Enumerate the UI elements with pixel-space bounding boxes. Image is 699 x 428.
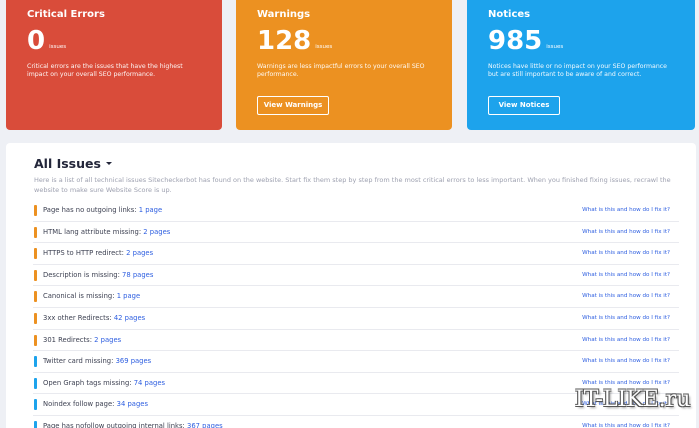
- how-to-fix-link[interactable]: What is this and how do I fix it?: [582, 315, 670, 321]
- issue-row: 301 Redirects: 2 pages What is this and h…: [33, 330, 679, 352]
- issue-row: 3xx other Redirects: 42 pages What is thi…: [33, 308, 679, 330]
- all-issues-title-text: All Issues: [34, 156, 101, 171]
- issue-name: HTML lang attribute missing:: [43, 227, 142, 236]
- view-notices-button[interactable]: View Notices: [488, 96, 560, 115]
- critical-errors-count: 0: [27, 26, 46, 56]
- issue-name: Twitter card missing:: [43, 357, 114, 366]
- issue-name: Open Graph tags missing:: [43, 378, 132, 387]
- issue-label: Open Graph tags missing: 74 pages: [43, 379, 165, 387]
- issue-name: Description is missing:: [43, 270, 120, 279]
- view-warnings-button[interactable]: View Warnings: [257, 96, 329, 115]
- severity-marker: [34, 269, 37, 281]
- warnings-count-row: 128 issues: [257, 27, 431, 55]
- critical-errors-card: Critical Errors 0 issues Critical errors…: [6, 0, 222, 130]
- issue-label: 301 Redirects: 2 pages: [43, 336, 121, 344]
- warnings-count: 128: [257, 26, 312, 56]
- notices-title: Notices: [488, 9, 531, 20]
- issue-pages-link[interactable]: 1 page: [139, 206, 162, 214]
- issue-label: HTTPS to HTTP redirect: 2 pages: [43, 249, 153, 257]
- issue-name: HTTPS to HTTP redirect:: [43, 249, 124, 258]
- notices-card: Notices 985 issues Notices have little o…: [467, 0, 695, 130]
- how-to-fix-link[interactable]: What is this and how do I fix it?: [582, 272, 670, 278]
- issue-pages-link[interactable]: 2 pages: [126, 249, 153, 257]
- notices-count-row: 985 issues: [488, 27, 674, 55]
- how-to-fix-link[interactable]: What is this and how do I fix it?: [582, 423, 670, 428]
- how-to-fix-link[interactable]: What is this and how do I fix it?: [582, 250, 670, 256]
- severity-marker: [34, 334, 37, 346]
- issue-name: Canonical is missing:: [43, 292, 115, 301]
- warnings-title: Warnings: [257, 9, 311, 20]
- warnings-count-label: issues: [315, 44, 333, 50]
- severity-marker: [34, 205, 37, 216]
- issue-pages-link[interactable]: 2 pages: [143, 228, 170, 236]
- issue-label: Twitter card missing: 369 pages: [43, 357, 151, 365]
- issue-row: Page has nofollow outgoing internal link…: [33, 416, 679, 428]
- caret-down-icon[interactable]: [105, 162, 112, 165]
- severity-marker: [34, 420, 37, 428]
- how-to-fix-link[interactable]: What is this and how do I fix it?: [582, 293, 670, 299]
- issue-row: Description is missing: 78 pages What is …: [33, 265, 679, 287]
- all-issues-description: Here is a list of all technical issues S…: [34, 176, 671, 194]
- warnings-card: Warnings 128 issues Warnings are less im…: [236, 0, 452, 130]
- issue-name: 301 Redirects:: [43, 335, 92, 344]
- how-to-fix-link[interactable]: What is this and how do I fix it?: [582, 358, 670, 364]
- severity-marker: [34, 248, 37, 260]
- severity-marker: [34, 226, 37, 238]
- issue-pages-link[interactable]: 2 pages: [94, 336, 121, 344]
- critical-errors-description: Critical errors are the issues that have…: [27, 63, 183, 79]
- how-to-fix-link[interactable]: What is this and how do I fix it?: [582, 337, 670, 343]
- issue-pages-link[interactable]: 78 pages: [122, 271, 153, 279]
- notices-count-label: issues: [546, 44, 564, 50]
- critical-errors-title: Critical Errors: [27, 9, 105, 20]
- severity-marker: [34, 356, 37, 368]
- notices-count: 985: [488, 26, 543, 56]
- severity-marker: [34, 399, 37, 411]
- issue-pages-link[interactable]: 34 pages: [117, 400, 148, 408]
- all-issues-title[interactable]: All Issues: [34, 156, 112, 171]
- watermark-logo: IT-LIKE.ru: [575, 387, 691, 412]
- notices-description: Notices have little or no impact on your…: [488, 63, 667, 79]
- critical-errors-count-row: 0 issues: [27, 27, 201, 55]
- issue-label: Page has nofollow outgoing internal link…: [43, 422, 223, 428]
- issue-label: Description is missing: 78 pages: [43, 271, 153, 279]
- issue-row: Canonical is missing: 1 page What is this…: [33, 286, 679, 308]
- severity-marker: [34, 312, 37, 324]
- severity-marker: [34, 291, 37, 303]
- issue-name: 3xx other Redirects:: [43, 313, 112, 322]
- issue-pages-link[interactable]: 367 pages: [187, 422, 223, 428]
- warnings-description: Warnings are less impactful errors to yo…: [257, 63, 425, 79]
- issue-name: Page has nofollow outgoing internal link…: [43, 421, 185, 428]
- issue-row: Twitter card missing: 369 pages What is t…: [33, 351, 679, 373]
- issue-label: 3xx other Redirects: 42 pages: [43, 314, 145, 322]
- issue-row: Page has no outgoing links: 1 page What i…: [33, 200, 679, 222]
- issue-label: Canonical is missing: 1 page: [43, 292, 140, 300]
- issue-label: HTML lang attribute missing: 2 pages: [43, 228, 170, 236]
- issue-name: Page has no outgoing links:: [43, 206, 137, 214]
- critical-errors-count-label: issues: [49, 44, 67, 50]
- issue-pages-link[interactable]: 1 page: [117, 292, 140, 300]
- issue-pages-link[interactable]: 42 pages: [114, 314, 145, 322]
- how-to-fix-link[interactable]: What is this and how do I fix it?: [582, 207, 670, 213]
- all-issues-panel: All Issues Here is a list of all technic…: [6, 143, 696, 428]
- issue-pages-link[interactable]: 74 pages: [134, 379, 165, 387]
- issue-name: Noindex follow page:: [43, 400, 115, 409]
- issue-pages-link[interactable]: 369 pages: [116, 357, 152, 365]
- issue-row: HTTPS to HTTP redirect: 2 pages What is t…: [33, 243, 679, 265]
- issue-label: Noindex follow page: 34 pages: [43, 400, 148, 408]
- how-to-fix-link[interactable]: What is this and how do I fix it?: [582, 380, 670, 386]
- issue-row: HTML lang attribute missing: 2 pages What…: [33, 222, 679, 244]
- how-to-fix-link[interactable]: What is this and how do I fix it?: [582, 229, 670, 235]
- severity-marker: [34, 377, 37, 389]
- issue-label: Page has no outgoing links: 1 page: [43, 206, 162, 214]
